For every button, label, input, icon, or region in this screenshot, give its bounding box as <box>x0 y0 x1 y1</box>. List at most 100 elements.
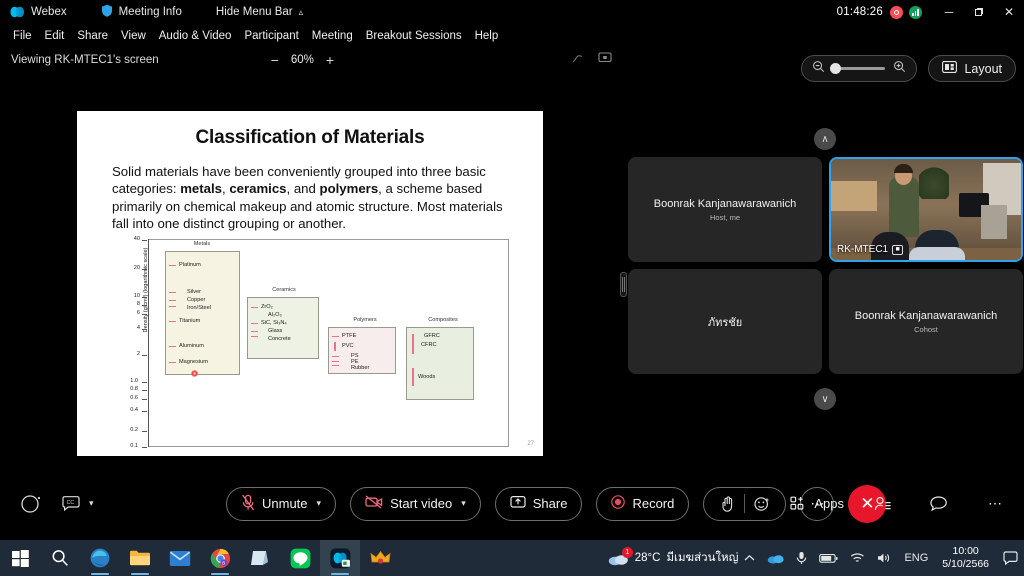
layout-button[interactable]: Layout <box>928 55 1016 82</box>
start-video-chevron-down-icon[interactable]: ▾ <box>461 498 466 509</box>
slide-body-text: Solid materials have been conveniently g… <box>112 164 503 231</box>
y-tick-0-2: 0.2 <box>130 427 138 433</box>
unmute-button[interactable]: Unmute ▾ <box>226 486 337 521</box>
toolbar-left-group: CC ▾ <box>14 487 94 521</box>
participant-role: Host, me <box>709 212 740 222</box>
weather-temperature: 28°C <box>634 552 661 564</box>
tiles-row-1: Boonrak Kanjanawarawanich Host, me RK-MT… <box>628 157 1024 262</box>
menu-item-help[interactable]: Help <box>469 28 505 44</box>
pin-icon[interactable]: ■ <box>892 244 904 255</box>
webex-logo-icon <box>10 6 25 18</box>
emoji-reaction-icon[interactable] <box>745 487 779 521</box>
menu-item-breakout-sessions[interactable]: Breakout Sessions <box>360 28 468 44</box>
taskbar-chrome-icon[interactable]: B <box>200 540 240 576</box>
taskbar-crown-app-icon[interactable] <box>360 540 400 576</box>
menu-item-share[interactable]: Share <box>71 28 114 44</box>
menu-item-audio-video[interactable]: Audio & Video <box>153 28 238 44</box>
onedrive-icon[interactable] <box>761 552 790 564</box>
menu-item-meeting[interactable]: Meeting <box>306 28 359 44</box>
y-tick-10: 10 <box>133 293 140 299</box>
slider-thumb[interactable] <box>830 63 842 74</box>
chart-group-metals: Platinum Silver Copper Iron/Steel Titani… <box>165 251 240 377</box>
reactions-group <box>703 486 787 521</box>
apps-button[interactable]: Apps <box>790 496 844 511</box>
slide-bold-polymers: polymers <box>319 181 379 197</box>
panel-resize-handle[interactable] <box>620 272 627 297</box>
closed-captions-button[interactable]: CC ▾ <box>62 496 94 511</box>
minimize-button[interactable]: ─ <box>934 0 964 24</box>
start-button[interactable] <box>0 540 40 576</box>
chart-group-ceramics: ZrO₂ Al₂O₃ SiC, Si₃N₄ Glass Concrete <box>247 297 319 359</box>
scroll-down-button[interactable]: ∨ <box>814 388 836 410</box>
screen-view-icon[interactable] <box>598 51 612 69</box>
chart-category-label-ceramics: Ceramics <box>272 287 296 293</box>
weather-widget[interactable]: 1 28°C มีเมฆส่วนใหญ่ <box>600 546 738 567</box>
participant-tile-rk-mtec1[interactable]: RK-MTEC1 ■ <box>829 157 1023 262</box>
search-button[interactable] <box>40 540 80 576</box>
close-button[interactable]: ✕ <box>994 0 1024 24</box>
share-button[interactable]: Share <box>494 486 583 521</box>
webex-app-button[interactable]: Webex <box>0 0 77 24</box>
svg-text:B: B <box>222 560 225 565</box>
laser-pointer-icon <box>191 370 198 377</box>
share-label: Share <box>532 496 568 511</box>
taskbar-edge-icon[interactable] <box>80 540 120 576</box>
participants-button[interactable] <box>866 487 900 521</box>
chart-item-al2o3: Al₂O₃ <box>268 312 282 318</box>
taskbar-sticky-notes-icon[interactable] <box>240 540 280 576</box>
network-signal-icon[interactable] <box>909 5 922 19</box>
shared-screen-stage[interactable]: Classification of Materials Solid materi… <box>0 72 620 467</box>
hide-menu-bar-button[interactable]: Hide Menu Bar ▵ <box>206 0 313 24</box>
language-indicator[interactable]: ENG <box>898 552 934 564</box>
taskbar-webex-icon[interactable] <box>320 540 360 576</box>
scroll-up-button[interactable]: ∧ <box>814 128 836 150</box>
unmute-chevron-down-icon[interactable]: ▾ <box>317 498 322 509</box>
y-tick-20: 20 <box>133 265 140 271</box>
chart-item-platinum: Platinum <box>179 262 201 268</box>
tray-expand-button[interactable] <box>738 554 761 563</box>
taskbar-mail-icon[interactable] <box>160 540 200 576</box>
taskbar-clock[interactable]: 10:00 5/10/2566 <box>934 545 997 571</box>
title-bar-right: 01:48:26 ─ ✕ <box>837 0 1024 24</box>
start-video-button[interactable]: Start video ▾ <box>350 486 481 521</box>
record-button[interactable]: Record <box>596 486 690 521</box>
taskbar-line-icon[interactable] <box>280 540 320 576</box>
meeting-timer: 01:48:26 <box>836 6 883 18</box>
annotate-icon[interactable] <box>571 51 584 69</box>
video-tiles-panel: ∧ ∨ Boonrak Kanjanawarawanich Host, me R… <box>628 120 1024 420</box>
tiles-grid: Boonrak Kanjanawarawanich Host, me RK-MT… <box>628 157 1024 381</box>
layout-icon <box>942 61 958 76</box>
chart-item-iron-steel: Iron/Steel <box>187 305 211 311</box>
chart-item-sic-si3n4: SiC, Si₃N₄ <box>261 320 287 326</box>
menu-item-participant[interactable]: Participant <box>238 28 304 44</box>
cc-chevron-down-icon[interactable]: ▾ <box>89 498 94 509</box>
taskbar-file-explorer-icon[interactable] <box>120 540 160 576</box>
menu-item-file[interactable]: File <box>7 28 38 44</box>
meeting-info-button[interactable]: Meeting Info <box>91 0 192 24</box>
zoom-out-icon[interactable] <box>812 60 825 78</box>
zoom-in-button[interactable]: + <box>326 53 334 67</box>
toolbar-options-button[interactable]: ⋯ <box>978 487 1012 521</box>
participant-tile-cohost[interactable]: Boonrak Kanjanawarawanich Cohost <box>829 269 1023 374</box>
notification-center-icon[interactable] <box>997 551 1024 565</box>
participant-tile-pattarachai[interactable]: ภัทรชัย <box>628 269 822 374</box>
zoom-out-button[interactable]: − <box>271 53 279 67</box>
volume-icon[interactable] <box>871 552 898 564</box>
slider-track[interactable] <box>830 63 886 74</box>
microphone-tray-icon[interactable] <box>790 551 813 565</box>
chat-button[interactable] <box>922 487 956 521</box>
zoom-in-icon[interactable] <box>893 60 906 78</box>
menu-item-edit[interactable]: Edit <box>39 28 71 44</box>
chart-item-rubber: Rubber <box>351 365 370 371</box>
participant-tile-host[interactable]: Boonrak Kanjanawarawanich Host, me <box>628 157 822 262</box>
maximize-button[interactable] <box>964 0 994 24</box>
webex-assistant-icon[interactable] <box>14 487 48 521</box>
toolbar-right-group: Apps ⋯ <box>790 487 1012 521</box>
recording-indicator-icon[interactable] <box>890 5 903 19</box>
battery-icon[interactable] <box>813 553 844 564</box>
wifi-icon[interactable] <box>844 552 871 564</box>
menu-item-view[interactable]: View <box>115 28 152 44</box>
slide-number: 27 <box>527 441 534 447</box>
raise-hand-icon[interactable] <box>710 487 744 521</box>
video-zoom-slider[interactable] <box>801 55 918 82</box>
